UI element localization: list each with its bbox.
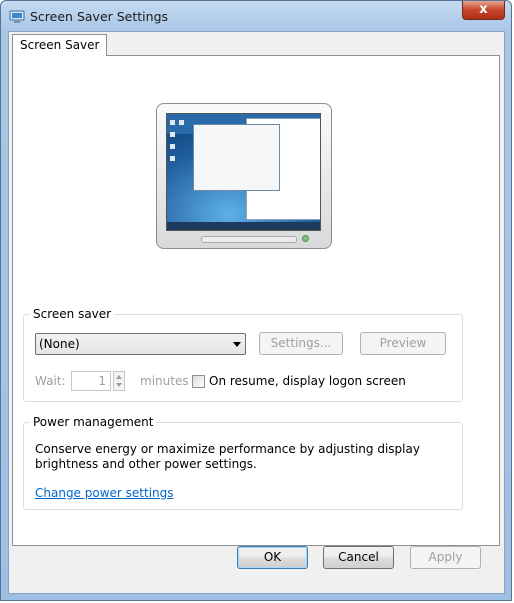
window-title: Screen Saver Settings [30, 9, 169, 24]
power-management-group-title: Power management [30, 415, 157, 429]
spin-up-icon[interactable] [116, 375, 122, 379]
wait-label: Wait: [35, 374, 66, 388]
spin-down-icon[interactable] [116, 383, 122, 387]
change-power-settings-link[interactable]: Change power settings [35, 486, 174, 500]
tab-screen-saver[interactable]: Screen Saver [12, 34, 108, 56]
power-management-group: Power management Conserve energy or maxi… [23, 415, 463, 510]
close-icon: x [479, 2, 488, 17]
resume-logon-label[interactable]: On resume, display logon screen [209, 374, 406, 388]
desktop-icon [170, 132, 175, 137]
chevron-down-icon [233, 342, 241, 347]
preview-taskbar [167, 222, 320, 230]
ok-button[interactable]: OK [237, 546, 308, 569]
apply-button[interactable]: Apply [410, 546, 481, 569]
dialog-window: Screen Saver Settings x Screen Saver Scr… [0, 0, 512, 601]
minutes-label: minutes [140, 374, 189, 388]
power-led-icon [302, 235, 309, 242]
wait-spinner[interactable] [113, 371, 125, 391]
screen-saver-select[interactable]: (None) [35, 333, 246, 355]
close-button[interactable]: x [462, 1, 505, 20]
desktop-icon [170, 156, 175, 161]
resume-logon-checkbox[interactable] [192, 375, 205, 388]
monitor-preview [156, 103, 332, 249]
screen-saver-group-title: Screen saver [30, 307, 115, 321]
desktop-icon [170, 120, 175, 125]
preview-window [193, 124, 280, 191]
wait-minutes-input[interactable]: 1 [71, 371, 111, 391]
screen-saver-selected-value: (None) [39, 337, 80, 351]
dialog-client-area: Screen Saver Screen saver (None) Setting… [8, 31, 505, 594]
desktop-icon [170, 144, 175, 149]
desktop-icon [179, 120, 184, 125]
screen-saver-tab-panel: Screen saver (None) Settings... Preview … [12, 55, 500, 546]
monitor-bezel-bar [201, 236, 297, 243]
preview-screen [166, 113, 321, 231]
screen-saver-group: Screen saver (None) Settings... Preview … [23, 307, 463, 402]
power-description: Conserve energy or maximize performance … [35, 442, 420, 471]
title-bar[interactable]: Screen Saver Settings x [1, 1, 511, 31]
preview-button[interactable]: Preview [360, 332, 446, 355]
settings-button[interactable]: Settings... [259, 332, 343, 355]
display-properties-icon [9, 10, 25, 23]
cancel-button[interactable]: Cancel [323, 546, 394, 569]
